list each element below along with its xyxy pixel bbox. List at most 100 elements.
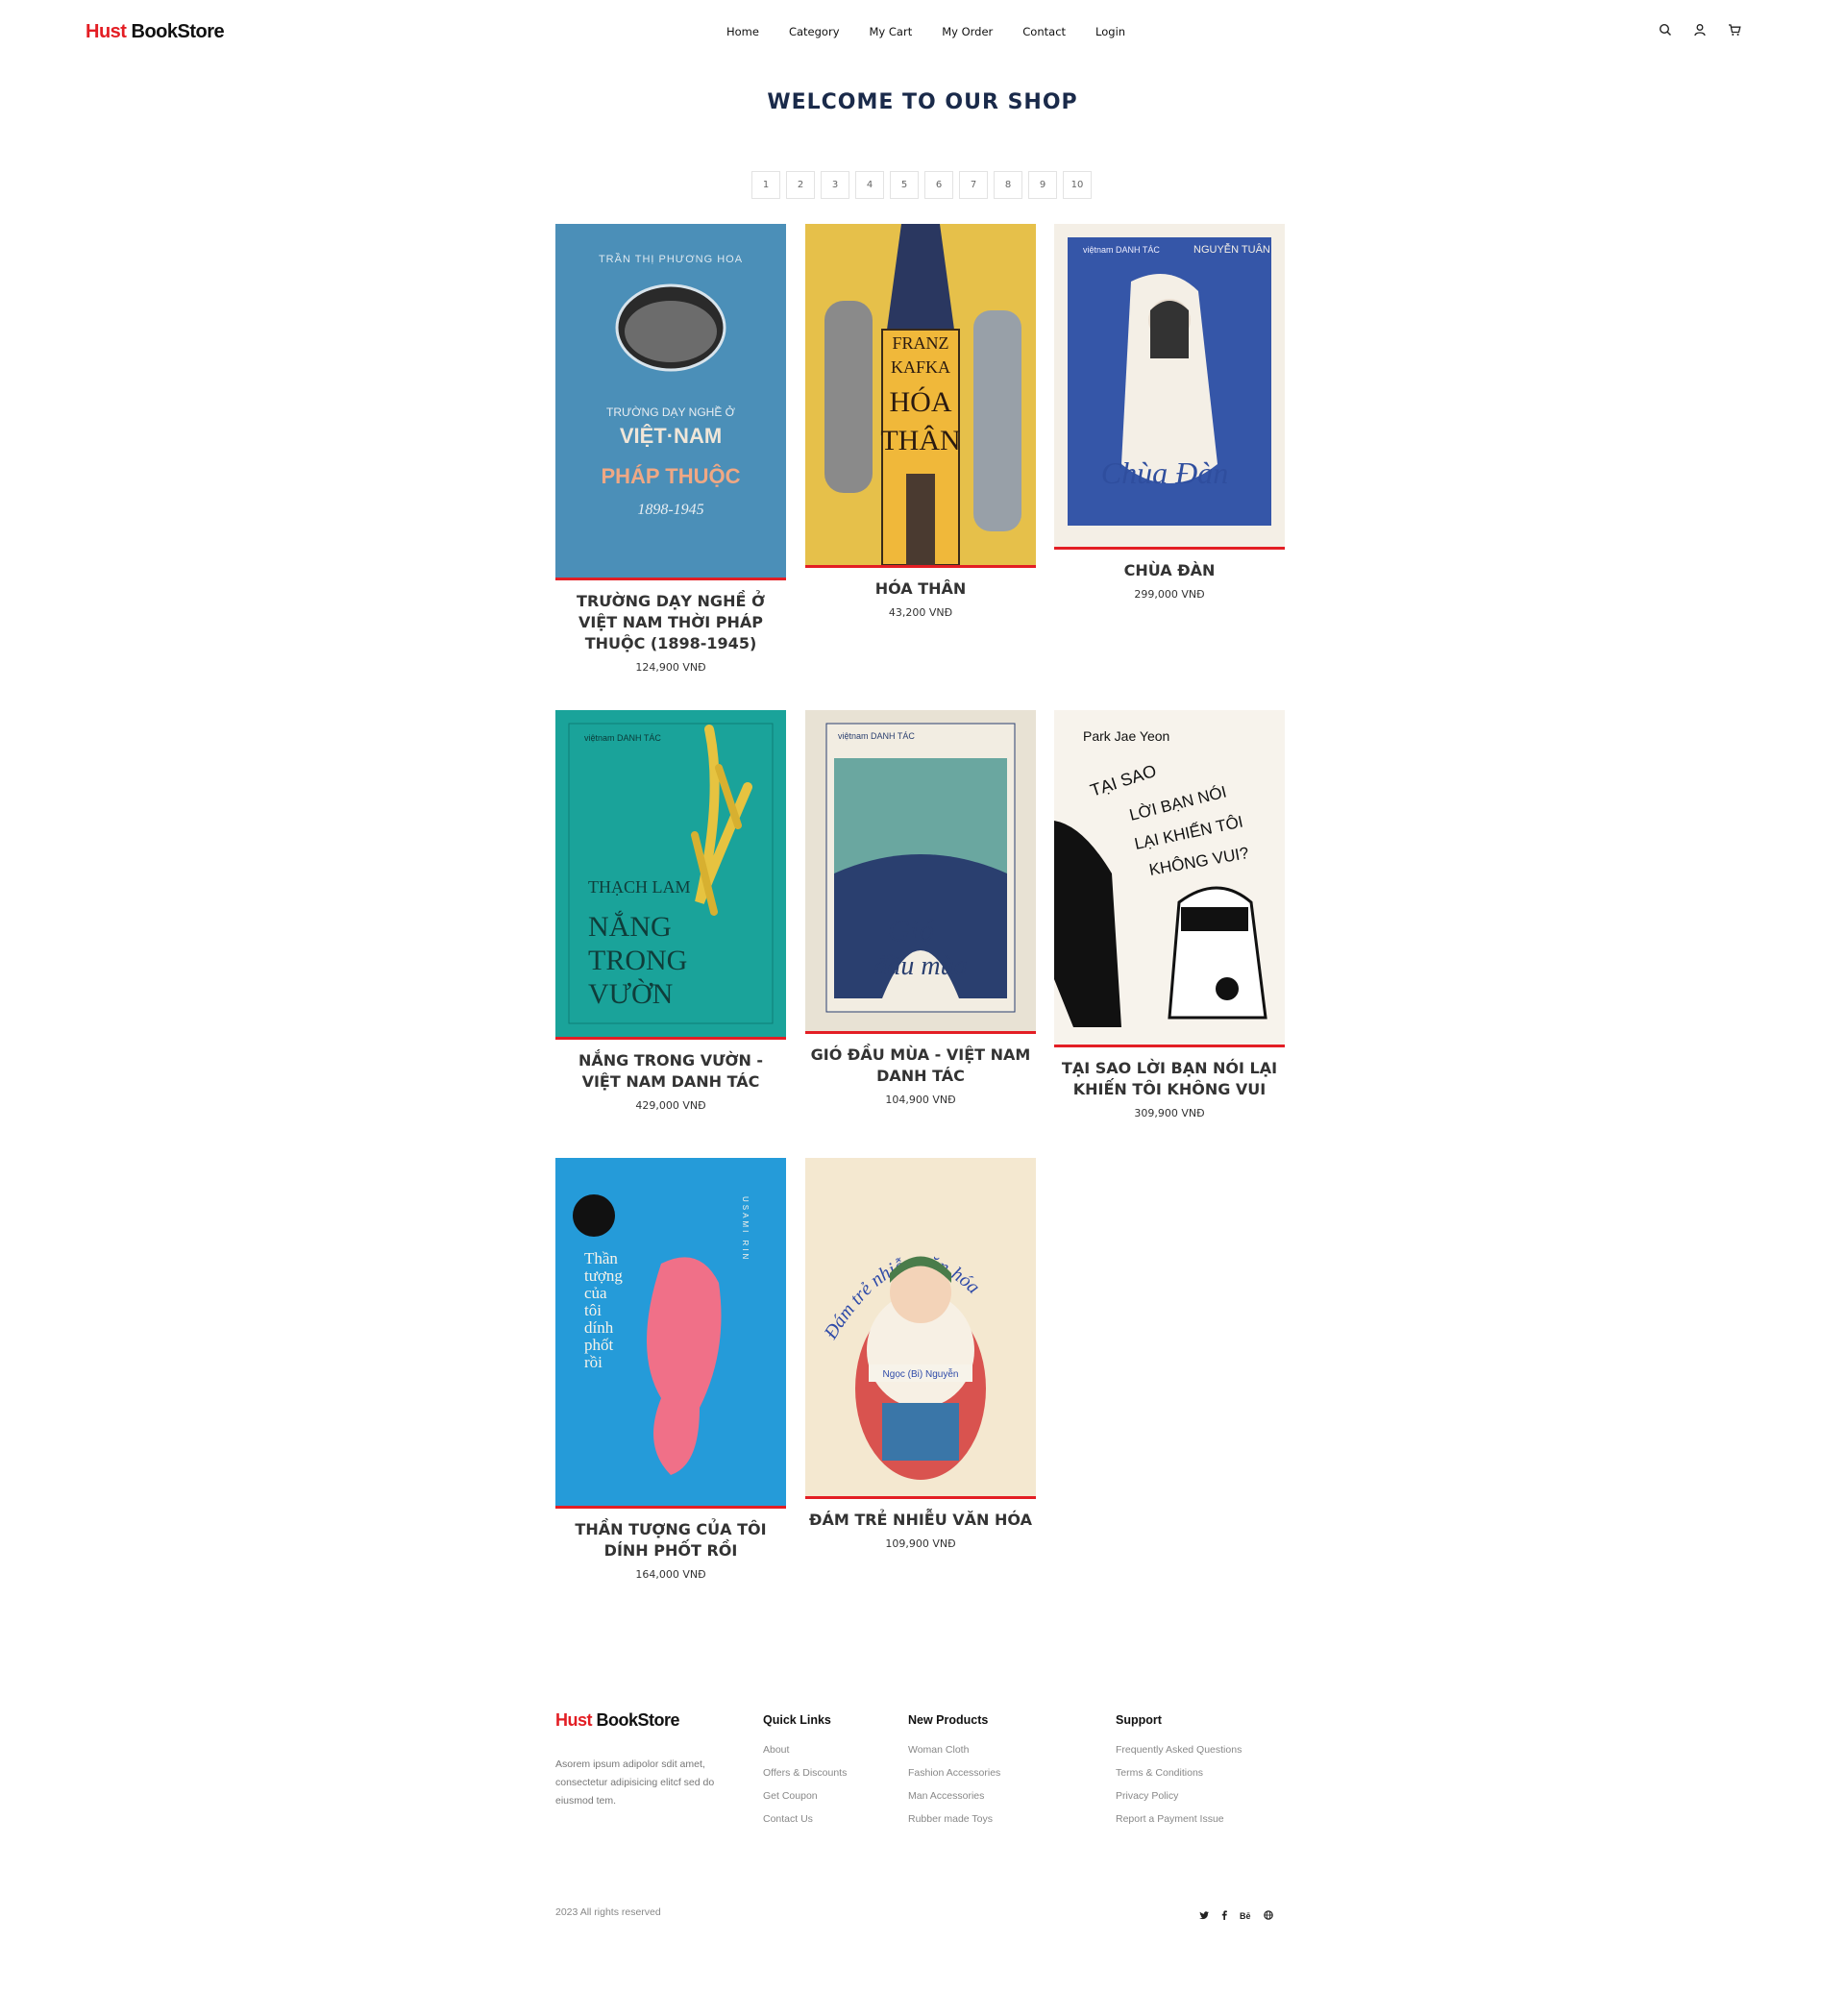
product-title[interactable]: TRƯỜNG DẠY NGHỀ Ở VIỆT NAM THỜI PHÁP THU… [555,591,786,654]
product-price: 164,000 VNĐ [635,1568,706,1581]
svg-text:PHÁP THUỘC: PHÁP THUỘC [601,464,740,488]
book-cover-image[interactable]: Park Jae Yeon TẠI SAO LỜI BẠN NÓI LẠI KH… [1054,710,1285,1047]
product-card[interactable]: việtnam DANH TÁC THẠCH LAM NẮNG TRONG VƯ… [555,710,786,1112]
page-2[interactable]: 2 [786,171,815,199]
product-card[interactable]: việtnam DANH TÁC Gió đầu mùa GIÓ ĐẦU MÙA… [805,710,1036,1106]
nav-my-cart[interactable]: My Cart [870,25,913,38]
user-icon[interactable] [1693,23,1709,38]
svg-text:Park Jae Yeon: Park Jae Yeon [1083,728,1169,744]
footer-quick-links: Quick Links About Offers & Discounts Get… [763,1713,847,1836]
footer-support: Support Frequently Asked Questions Terms… [1116,1713,1242,1836]
svg-text:THẠCH LAM: THẠCH LAM [588,877,691,897]
product-card[interactable]: việtnam DANH TÁC NGUYỄN TUÂN Chùa Đàn CH… [1054,224,1285,601]
product-title[interactable]: THẦN TƯỢNG CỦA TÔI DÍNH PHỐT RỒI [555,1519,786,1561]
svg-text:Chùa Đàn: Chùa Đàn [1101,455,1228,490]
book-cover-image[interactable]: TRẦN THỊ PHƯƠNG HOA TRƯỜNG DẠY NGHỀ Ở VI… [555,224,786,580]
footer-link-privacy[interactable]: Privacy Policy [1116,1790,1242,1802]
page-9[interactable]: 9 [1028,171,1057,199]
globe-icon[interactable] [1263,1910,1273,1922]
footer-link-fashion-accessories[interactable]: Fashion Accessories [908,1767,1000,1779]
footer-link-offers[interactable]: Offers & Discounts [763,1767,847,1779]
nav-login[interactable]: Login [1095,25,1125,38]
copyright: 2023 All rights reserved [555,1906,661,1918]
product-title[interactable]: CHÙA ĐÀN [1054,560,1285,581]
book-cover-image[interactable]: việtnam DANH TÁC THẠCH LAM NẮNG TRONG VƯ… [555,710,786,1040]
footer-link-coupon[interactable]: Get Coupon [763,1790,847,1802]
svg-text:Thần: Thần [584,1249,618,1267]
search-icon[interactable] [1659,23,1674,38]
svg-text:FRANZ: FRANZ [892,333,948,353]
product-price: 109,900 VNĐ [885,1537,956,1550]
footer-link-faq[interactable]: Frequently Asked Questions [1116,1744,1242,1756]
product-title[interactable]: TẠI SAO LỜI BẠN NÓI LẠI KHIẾN TÔI KHÔNG … [1054,1058,1285,1100]
page-6[interactable]: 6 [924,171,953,199]
svg-text:THÂN: THÂN [880,425,960,456]
page-10[interactable]: 10 [1063,171,1092,199]
page-5[interactable]: 5 [890,171,919,199]
book-cover-image[interactable]: FRANZ KAFKA HÓA THÂN [805,224,1036,568]
footer-logo-part2: BookStore [596,1710,680,1730]
svg-text:VIỆT·NAM: VIỆT·NAM [620,424,722,448]
svg-text:việtnam DANH TÁC: việtnam DANH TÁC [838,731,915,741]
footer-link-about[interactable]: About [763,1744,847,1756]
main-nav: Home Category My Cart My Order Contact L… [726,25,1155,38]
social-links: Bē [1199,1910,1273,1922]
product-title[interactable]: GIÓ ĐẦU MÙA - VIỆT NAM DANH TÁC [805,1045,1036,1087]
svg-text:USAMI RIN: USAMI RIN [741,1196,750,1262]
product-price: 299,000 VNĐ [1134,588,1205,601]
book-cover-image[interactable]: việtnam DANH TÁC Gió đầu mùa [805,710,1036,1034]
product-title[interactable]: ĐÁM TRẺ NHIỄU VĂN HÓA [805,1510,1036,1531]
nav-home[interactable]: Home [726,25,759,38]
nav-my-order[interactable]: My Order [942,25,993,38]
footer-description: Asorem ipsum adipolor sdit amet, consect… [555,1758,715,1807]
page-8[interactable]: 8 [994,171,1022,199]
svg-text:dính: dính [584,1318,614,1337]
svg-text:NẮNG: NẮNG [588,910,672,943]
product-price: 43,200 VNĐ [888,606,953,619]
footer-link-rubber-toys[interactable]: Rubber made Toys [908,1813,1000,1825]
footer-link-man-accessories[interactable]: Man Accessories [908,1790,1000,1802]
twitter-icon[interactable] [1199,1910,1209,1922]
header-icons [1659,23,1743,38]
product-price: 124,900 VNĐ [635,661,706,674]
product-card[interactable]: Đám trẻ nhiễu văn hóa Ngọc (Bi) Nguyễn Đ… [805,1158,1036,1550]
svg-text:NGUYỄN TUÂN: NGUYỄN TUÂN [1193,243,1270,256]
page-1[interactable]: 1 [751,171,780,199]
product-card[interactable]: FRANZ KAFKA HÓA THÂN HÓA THÂN 43,200 VNĐ [805,224,1036,619]
svg-text:việtnam DANH TÁC: việtnam DANH TÁC [1083,245,1160,255]
footer-link-contact[interactable]: Contact Us [763,1813,847,1825]
footer-link-report-payment[interactable]: Report a Payment Issue [1116,1813,1242,1825]
brand-logo-part2: BookStore [131,21,225,42]
svg-text:TRONG: TRONG [588,945,687,976]
page-3[interactable]: 3 [821,171,849,199]
product-title[interactable]: NẮNG TRONG VƯỜN - VIỆT NAM DANH TÁC [555,1050,786,1093]
footer-column-title: Quick Links [763,1713,831,1727]
footer-link-woman-cloth[interactable]: Woman Cloth [908,1744,1000,1756]
brand-logo[interactable]: Hust BookStore [86,21,225,43]
pagination: 1 2 3 4 5 6 7 8 9 10 [751,171,1092,199]
footer-link-terms[interactable]: Terms & Conditions [1116,1767,1242,1779]
nav-category[interactable]: Category [789,25,840,38]
svg-text:của: của [584,1284,607,1302]
footer-logo-part1: Hust [555,1710,593,1730]
behance-icon[interactable]: Bē [1240,1911,1251,1921]
cart-icon[interactable] [1728,23,1743,38]
page-4[interactable]: 4 [855,171,884,199]
product-price: 104,900 VNĐ [885,1094,956,1106]
page-title: WELCOME TO OUR SHOP [767,90,1078,114]
product-card[interactable]: TRẦN THỊ PHƯƠNG HOA TRƯỜNG DẠY NGHỀ Ở VI… [555,224,786,674]
product-card[interactable]: Thần tượng của tôi dính phốt rồi USAMI R… [555,1158,786,1581]
book-cover-image[interactable]: Thần tượng của tôi dính phốt rồi USAMI R… [555,1158,786,1509]
book-cover-image[interactable]: Đám trẻ nhiễu văn hóa Ngọc (Bi) Nguyễn [805,1158,1036,1499]
product-title[interactable]: HÓA THÂN [805,578,1036,600]
facebook-icon[interactable] [1221,1910,1227,1922]
book-cover-image[interactable]: việtnam DANH TÁC NGUYỄN TUÂN Chùa Đàn [1054,224,1285,550]
footer-new-products: New Products Woman Cloth Fashion Accesso… [908,1713,1000,1836]
page-7[interactable]: 7 [959,171,988,199]
svg-text:VƯỜN: VƯỜN [588,978,673,1010]
footer-brand-logo[interactable]: Hust BookStore [555,1710,680,1731]
nav-contact[interactable]: Contact [1022,25,1066,38]
svg-text:phốt: phốt [584,1336,614,1354]
product-card[interactable]: Park Jae Yeon TẠI SAO LỜI BẠN NÓI LẠI KH… [1054,710,1285,1119]
brand-logo-part1: Hust [86,21,127,42]
